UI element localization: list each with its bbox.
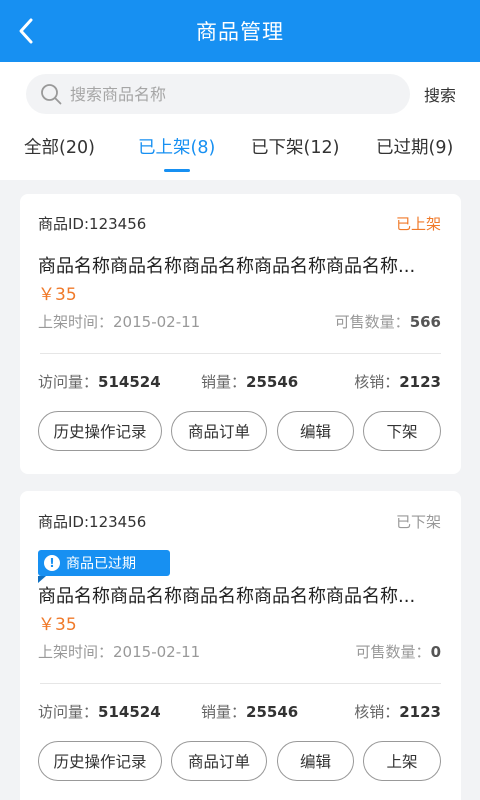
- listed-time-label: 上架时间：: [38, 643, 114, 661]
- search-bar: 搜索: [0, 62, 480, 126]
- history-button[interactable]: 历史操作记录: [38, 741, 162, 781]
- stock-value: 0: [430, 643, 441, 661]
- sales-label: 销量：: [201, 373, 247, 391]
- stock-label: 可售数量：: [334, 313, 410, 331]
- search-input[interactable]: [70, 84, 370, 104]
- stock-count: 可售数量：566: [335, 311, 441, 332]
- listed-time-label: 上架时间：: [38, 313, 114, 331]
- search-icon: [41, 84, 62, 105]
- verified-value: 2123: [399, 703, 441, 721]
- expired-tag-label: 商品已过期: [66, 556, 136, 572]
- listed-time-value: 2015-02-11: [113, 643, 201, 661]
- product-price: ￥35: [38, 615, 77, 635]
- verified-stat: 核销：2123: [354, 371, 441, 392]
- product-id: 商品ID:123456: [38, 215, 147, 233]
- sales-stat: 销量：25546: [201, 701, 298, 722]
- listed-time-value: 2015-02-11: [113, 313, 201, 331]
- app-header: 商品管理: [0, 0, 480, 62]
- verified-label: 核销：: [354, 703, 400, 721]
- visits-stat: 访问量：514524: [38, 701, 161, 722]
- sales-value: 25546: [246, 703, 299, 721]
- verified-label: 核销：: [354, 373, 400, 391]
- listed-time: 上架时间：2015-02-11: [38, 641, 200, 662]
- delist-button[interactable]: 下架: [363, 411, 441, 451]
- orders-button[interactable]: 商品订单: [171, 411, 267, 451]
- status-tabs: 全部(20) 已上架(8) 已下架(12) 已过期(9): [0, 126, 480, 180]
- product-name[interactable]: 商品名称商品名称商品名称商品名称商品名称...: [38, 252, 438, 278]
- tab-all[interactable]: 全部(20): [24, 134, 95, 162]
- sales-stat: 销量：25546: [201, 371, 298, 392]
- tab-delisted[interactable]: 已下架(12): [251, 134, 339, 162]
- visits-label: 访问量：: [38, 703, 99, 721]
- divider: [40, 353, 441, 354]
- visits-label: 访问量：: [38, 373, 99, 391]
- list-button[interactable]: 上架: [363, 741, 441, 781]
- page-title: 商品管理: [196, 20, 284, 44]
- sales-label: 销量：: [201, 703, 247, 721]
- orders-button[interactable]: 商品订单: [171, 741, 267, 781]
- stock-count: 可售数量：0: [356, 641, 441, 662]
- back-button[interactable]: [8, 13, 44, 49]
- listed-time: 上架时间：2015-02-11: [38, 311, 200, 332]
- tab-listed[interactable]: 已上架(8): [138, 134, 215, 162]
- visits-value: 514524: [98, 373, 161, 391]
- status-badge: 已上架: [395, 215, 441, 233]
- chevron-left-icon: [19, 18, 33, 44]
- active-tab-indicator: [164, 169, 190, 172]
- search-button[interactable]: 搜索: [418, 82, 462, 106]
- alert-icon: !: [44, 555, 60, 571]
- search-field[interactable]: [26, 74, 410, 114]
- edit-button[interactable]: 编辑: [277, 741, 354, 781]
- product-card: 商品ID:123456 已下架 ! 商品已过期 商品名称商品名称商品名称商品名称…: [20, 491, 461, 800]
- product-id: 商品ID:123456: [38, 513, 147, 531]
- divider: [40, 683, 441, 684]
- stock-value: 566: [409, 313, 441, 331]
- tab-expired[interactable]: 已过期(9): [376, 134, 453, 162]
- visits-stat: 访问量：514524: [38, 371, 161, 392]
- edit-button[interactable]: 编辑: [277, 411, 354, 451]
- status-badge: 已下架: [395, 513, 441, 531]
- verified-value: 2123: [399, 373, 441, 391]
- product-card: 商品ID:123456 已上架 商品名称商品名称商品名称商品名称商品名称... …: [20, 194, 461, 474]
- sales-value: 25546: [246, 373, 299, 391]
- visits-value: 514524: [98, 703, 161, 721]
- stock-label: 可售数量：: [355, 643, 431, 661]
- history-button[interactable]: 历史操作记录: [38, 411, 162, 451]
- expired-tag: ! 商品已过期: [38, 550, 170, 576]
- verified-stat: 核销：2123: [354, 701, 441, 722]
- product-name[interactable]: 商品名称商品名称商品名称商品名称商品名称...: [38, 582, 438, 608]
- product-price: ￥35: [38, 285, 77, 305]
